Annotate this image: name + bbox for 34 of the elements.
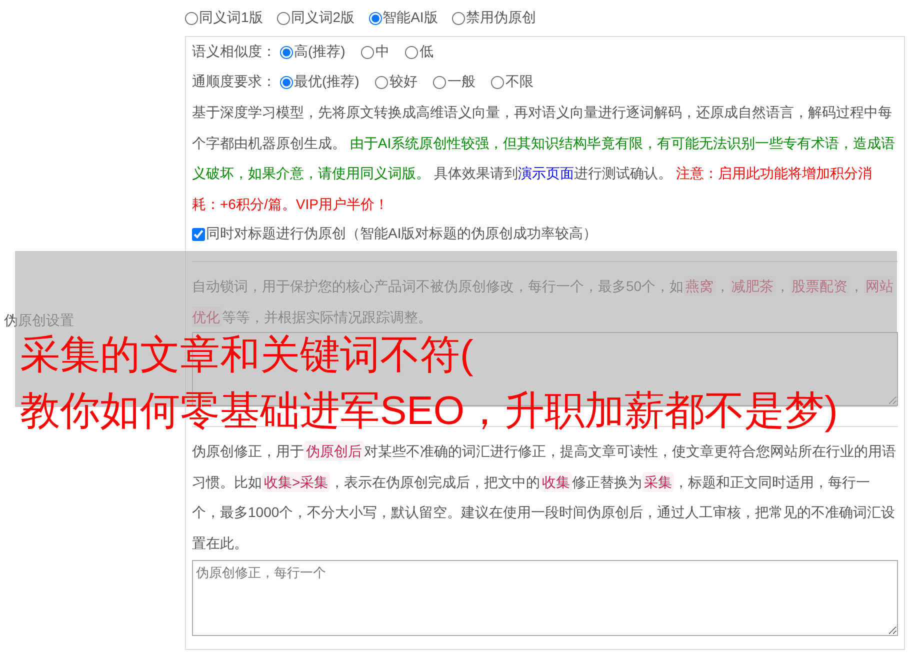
radio-label[interactable]: 不限 [505, 73, 534, 91]
correction-field[interactable]: 伪原创修正，每行一个 [192, 560, 898, 636]
radio-button[interactable] [375, 76, 388, 88]
radio-button[interactable] [433, 76, 446, 88]
setting-label: 通顺度要求： [192, 73, 276, 91]
radio-label[interactable]: 同义词2版 [290, 9, 355, 27]
radio-label[interactable]: 智能AI版 [382, 9, 438, 27]
radio-button[interactable] [491, 76, 504, 88]
radio-button[interactable] [361, 46, 374, 58]
radio-label[interactable]: 低 [419, 43, 434, 61]
radio-button[interactable] [276, 12, 290, 24]
radio-button[interactable] [280, 46, 293, 58]
overlay-title-line: 教你如何零基础进军SEO，升职加薪都不是梦) [20, 389, 838, 433]
overlay-title-line: 采集的文章和关键词不符( [20, 333, 474, 377]
radio-label[interactable]: 禁用伪原创 [466, 9, 536, 27]
radio-label[interactable]: 中 [375, 43, 390, 61]
radio-label[interactable]: 一般 [447, 73, 476, 91]
radio-button[interactable] [280, 76, 293, 88]
lock-words-text: 自动锁词，用于保护您的核心产品词不被伪原创修改，每行一个，最多50个，如 燕窝，减肥茶，股票配资，网站优化等等，并根据实际情况跟踪调整。 [192, 275, 895, 328]
radio-button[interactable] [368, 12, 382, 24]
radio-label[interactable]: 最优(推荐) [294, 73, 360, 91]
section-label: 伪原创设置 [4, 312, 74, 330]
description-text: 基于深度学习模型，先将原文转换成高维语义向量，再对语义向量进行逐词解码，还原成自然语言，解码过程中每个字都由机器原创生成。 由于AI系统原创性较强，但其知识结构毕竟有限，有可能无法识别一些专有术语，造成语义破坏，如果介意，请使用同义词版。 具体效果请到演示页面进行测试确认。 注意：启用此功能将增加积分消耗：+6积分/篇。VIP用户半价！ [192, 103, 896, 214]
radio-button[interactable] [405, 46, 418, 58]
radio-button[interactable] [452, 12, 465, 24]
radio-label[interactable]: 高(推荐) [294, 43, 346, 61]
checkbox-label[interactable]: 同时对标题进行伪原创（智能AI版对标题的伪原创成功率较高） [206, 225, 598, 243]
setting-label: 语义相似度： [192, 43, 276, 61]
radio-label[interactable]: 同义词1版 [199, 9, 263, 27]
correction-text: 伪原创修正，用于伪原创后对某些不准确的词汇进行修正，提高文章可读性，使文章更符合您网站所在行业的用语习惯。比如 收集>采集，表示在伪原创完成后，把文中的 收集修正替换为 采集，标题和正文同时适用，每行一个，最多1000个，不分大小写，默认留空。建议在使用一段时间伪原创后，通过人工审核，把常见的不准确词汇设置在此。 [192, 440, 897, 552]
radio-button[interactable] [185, 12, 198, 24]
demo-page-link[interactable]: 演示页面 [518, 165, 574, 181]
checkbox[interactable] [192, 228, 205, 240]
radio-label[interactable]: 较好 [389, 73, 418, 91]
